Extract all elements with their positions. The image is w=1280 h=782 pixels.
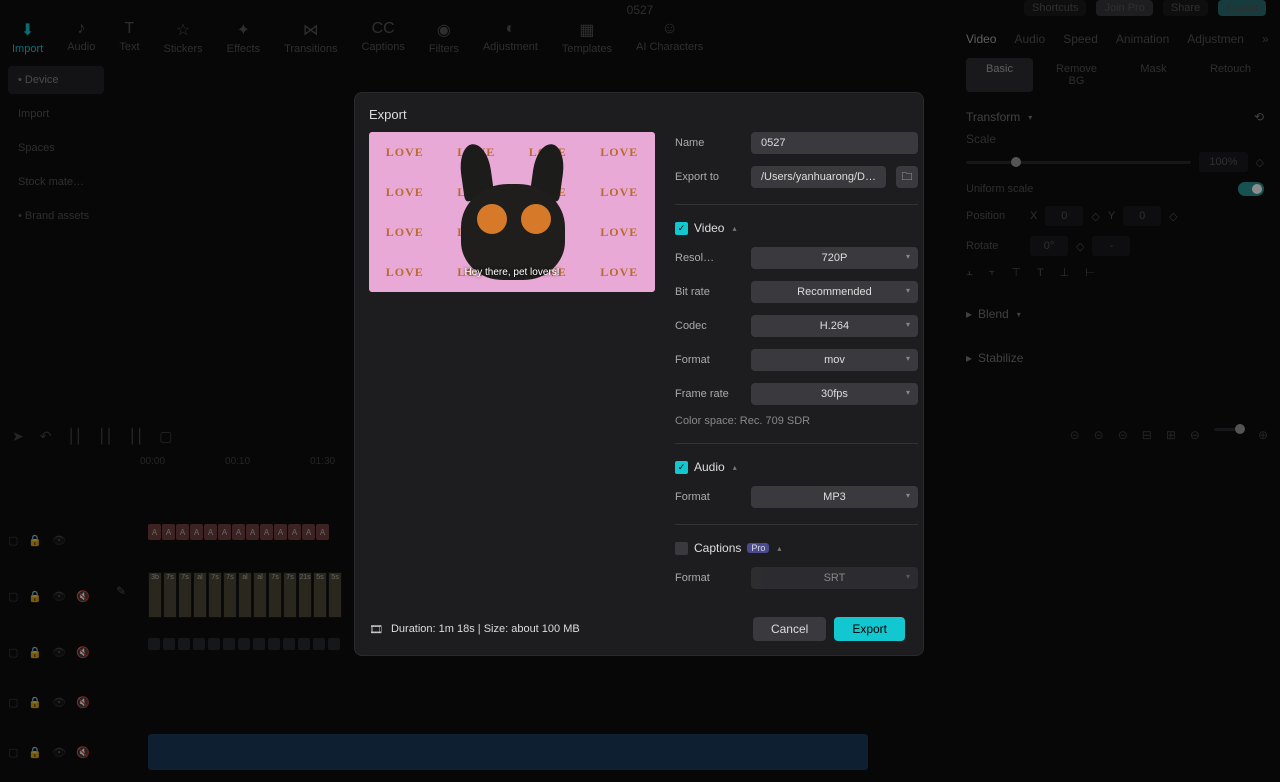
vformat-select[interactable]: mov▾ bbox=[751, 349, 918, 371]
export-button[interactable]: Export bbox=[834, 617, 905, 641]
resolution-select[interactable]: 720P▾ bbox=[751, 247, 918, 269]
export-path: /Users/yanhuarong/D… bbox=[751, 166, 886, 188]
audio-checkbox[interactable]: ✓ bbox=[675, 461, 688, 474]
dialog-title: Export bbox=[369, 107, 905, 122]
captions-checkbox[interactable]: ✓ bbox=[675, 542, 688, 555]
video-checkbox[interactable]: ✓ bbox=[675, 222, 688, 235]
captions-section: Captions bbox=[694, 541, 741, 555]
exportto-label: Export to bbox=[675, 171, 741, 183]
name-label: Name bbox=[675, 137, 741, 149]
film-icon: 🎞 bbox=[369, 623, 383, 636]
cancel-button[interactable]: Cancel bbox=[753, 617, 826, 641]
export-dialog: Export LOVELOVELOVELOVELOVELOVELOVELOVEL… bbox=[354, 92, 924, 656]
export-name-input[interactable]: 0527 bbox=[751, 132, 918, 154]
audio-format-select[interactable]: MP3▾ bbox=[751, 486, 918, 508]
choose-folder-button[interactable]: 🗀 bbox=[896, 166, 918, 188]
bitrate-select[interactable]: Recommended▾ bbox=[751, 281, 918, 303]
pro-badge: Pro bbox=[747, 543, 769, 553]
export-preview: LOVELOVELOVELOVELOVELOVELOVELOVELOVELOVE… bbox=[369, 132, 655, 292]
framerate-select[interactable]: 30fps▾ bbox=[751, 383, 918, 405]
colorspace-info: Color space: Rec. 709 SDR bbox=[675, 415, 918, 427]
video-section: Video bbox=[694, 221, 724, 235]
export-footinfo: Duration: 1m 18s | Size: about 100 MB bbox=[391, 623, 580, 635]
chevron-down-icon: ▾ bbox=[906, 252, 910, 261]
captions-format-select: SRT▾ bbox=[751, 567, 918, 589]
codec-select[interactable]: H.264▾ bbox=[751, 315, 918, 337]
preview-caption: Hey there, pet lovers! bbox=[369, 267, 655, 278]
audio-section: Audio bbox=[694, 460, 725, 474]
